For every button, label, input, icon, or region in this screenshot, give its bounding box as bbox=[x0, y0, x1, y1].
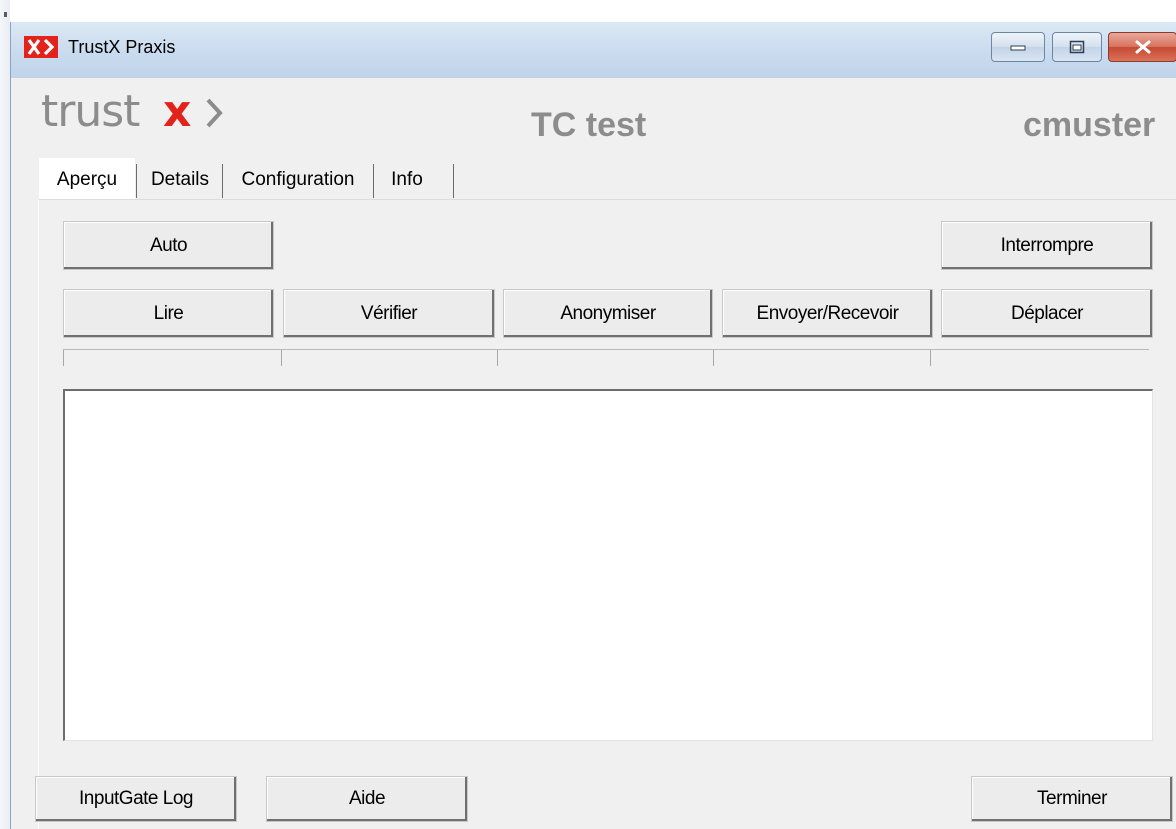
minimize-icon bbox=[1010, 45, 1026, 51]
progress-segment-separator bbox=[497, 350, 498, 366]
title-bar[interactable]: TrustX Praxis bbox=[11, 22, 1176, 78]
verify-button[interactable]: Vérifier bbox=[283, 289, 495, 338]
progress-segment-separator bbox=[930, 350, 931, 366]
maximize-button[interactable] bbox=[1052, 32, 1102, 62]
progress-segment-separator bbox=[713, 350, 714, 366]
tab-separator bbox=[453, 164, 454, 198]
tab-details[interactable]: Details bbox=[139, 158, 221, 200]
finish-button[interactable]: Terminer bbox=[971, 776, 1173, 822]
app-icon bbox=[24, 36, 58, 58]
auto-button[interactable]: Auto bbox=[63, 221, 274, 270]
progress-segment-separator bbox=[281, 350, 282, 366]
output-log-area[interactable] bbox=[63, 389, 1153, 741]
close-icon bbox=[1135, 40, 1150, 54]
app-window: TrustX Praxis trust x TC test cmuster Ap… bbox=[10, 22, 1176, 829]
interrupt-button[interactable]: Interrompre bbox=[941, 221, 1153, 270]
help-button[interactable]: Aide bbox=[266, 776, 468, 822]
tab-separator bbox=[373, 164, 374, 198]
tab-separator bbox=[136, 164, 137, 198]
move-button[interactable]: Déplacer bbox=[941, 289, 1153, 338]
window-controls bbox=[991, 32, 1176, 62]
logo-x: x bbox=[163, 86, 192, 137]
minimize-button[interactable] bbox=[991, 32, 1045, 62]
tab-info[interactable]: Info bbox=[377, 158, 437, 200]
progress-segment-separator bbox=[63, 350, 64, 366]
progress-bar bbox=[63, 349, 1149, 366]
screen-edge bbox=[0, 0, 10, 829]
logo-text: trust bbox=[41, 86, 140, 137]
window-title: TrustX Praxis bbox=[68, 37, 176, 57]
inputgate-log-button[interactable]: InputGate Log bbox=[35, 776, 237, 822]
screen-background bbox=[0, 0, 1176, 22]
logo-chevron-icon bbox=[206, 98, 223, 128]
user-name: cmuster bbox=[1023, 106, 1156, 144]
tab-separator bbox=[222, 164, 223, 198]
page-title: TC test bbox=[531, 106, 647, 144]
tab-configuration[interactable]: Configuration bbox=[225, 158, 371, 200]
anonymize-button[interactable]: Anonymiser bbox=[503, 289, 713, 338]
maximize-icon bbox=[1069, 40, 1085, 54]
close-button[interactable] bbox=[1108, 32, 1176, 62]
tab-apercu[interactable]: Aperçu bbox=[39, 158, 135, 200]
read-button[interactable]: Lire bbox=[63, 289, 274, 338]
send-receive-button[interactable]: Envoyer/Recevoir bbox=[722, 289, 933, 338]
screen-corner-mark bbox=[4, 12, 7, 17]
